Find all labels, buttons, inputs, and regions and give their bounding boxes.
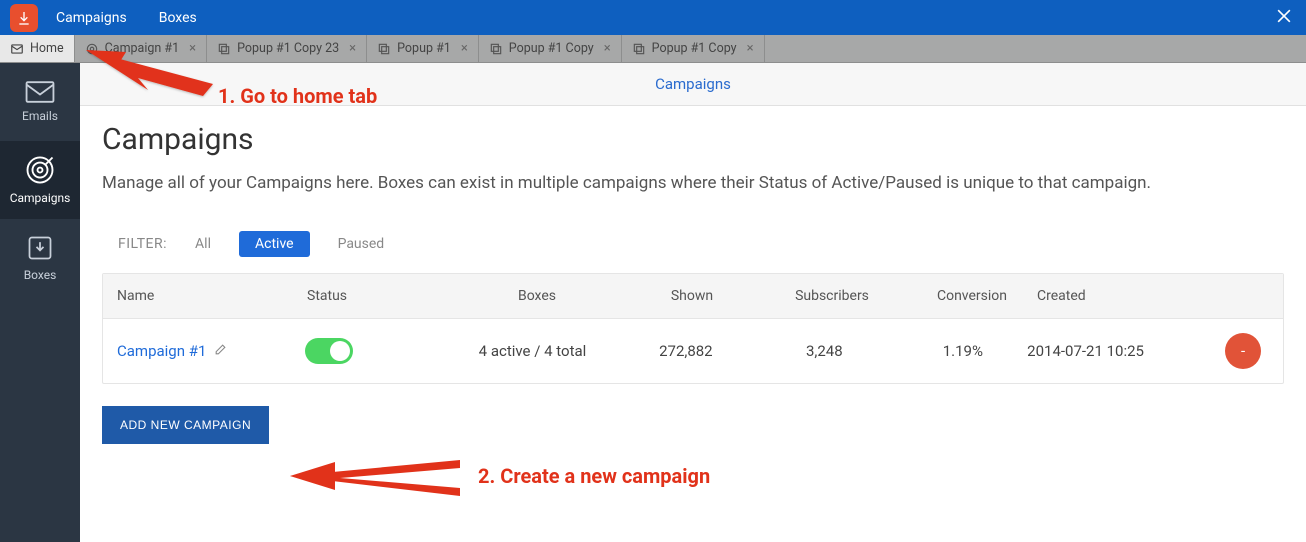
minus-icon: - [1241,342,1245,360]
table-header-shown: Shown [627,288,757,304]
table-header-subscribers: Subscribers [757,288,907,304]
envelope-icon [25,81,55,103]
filter-option-active[interactable]: Active [239,231,310,257]
cell-boxes: 4 active / 4 total [443,342,621,360]
tab-label: Home [30,41,64,56]
cell-shown: 272,882 [622,342,751,360]
sidebar-item-label: Emails [22,109,58,123]
section-header: Campaigns [80,63,1306,106]
tab-label: Popup #1 Copy [652,41,737,56]
table-row: Campaign #1 4 active / 4 total 272,882 3… [103,319,1283,383]
table-header-row: Name Status Boxes Shown Subscribers Conv… [103,274,1283,319]
popup-icon [377,42,391,56]
table-header-conversion: Conversion [907,288,1037,304]
sidebar-item-boxes[interactable]: Boxes [0,219,80,297]
app-logo[interactable] [10,4,38,32]
tab-close-button[interactable]: × [461,41,468,56]
sidebar: Emails Campaigns Boxes [0,63,80,542]
envelope-icon [10,42,24,56]
tab-close-button[interactable]: × [349,41,356,56]
table-header-created: Created [1037,288,1237,304]
edit-icon[interactable] [214,342,227,360]
row-delete-button[interactable]: - [1225,333,1261,369]
cell-conversion: 1.19% [899,342,1028,360]
table-header-name: Name [117,288,307,304]
page-title: Campaigns [102,122,1284,157]
table-header-boxes: Boxes [447,288,627,304]
target-icon [85,42,99,56]
filter-option-paused[interactable]: Paused [338,236,385,252]
main-content: Campaigns Manage all of your Campaigns h… [80,106,1306,542]
target-icon [25,155,55,185]
sidebar-item-campaigns[interactable]: Campaigns [0,141,80,219]
status-toggle[interactable] [305,338,353,364]
tab-popup-1-copy-23[interactable]: Popup #1 Copy 23 × [207,35,367,62]
filter-label: FILTER: [118,236,167,252]
tab-campaign-1[interactable]: Campaign #1 × [75,35,207,62]
tab-close-button[interactable]: × [747,41,754,56]
tab-popup-1[interactable]: Popup #1 × [367,35,479,62]
tab-label: Campaign #1 [105,41,180,56]
tab-home[interactable]: Home [0,35,75,62]
cell-created: 2014-07-21 10:25 [1027,342,1225,360]
filter-option-all[interactable]: All [195,236,211,252]
page-description: Manage all of your Campaigns here. Boxes… [102,171,1284,197]
table-header-status: Status [307,288,447,304]
campaigns-table: Name Status Boxes Shown Subscribers Conv… [102,273,1284,384]
section-header-title: Campaigns [655,75,731,93]
sidebar-item-label: Boxes [24,268,57,282]
tab-popup-1-copy-b[interactable]: Popup #1 Copy × [622,35,765,62]
window-close-button[interactable] [1274,6,1294,30]
tab-label: Popup #1 Copy [509,41,594,56]
cell-subscribers: 3,248 [750,342,898,360]
popup-icon [632,42,646,56]
popup-icon [489,42,503,56]
sidebar-item-emails[interactable]: Emails [0,63,80,141]
download-icon [16,10,32,26]
tab-close-button[interactable]: × [604,41,611,56]
tab-close-button[interactable]: × [189,41,196,56]
popup-icon [217,42,231,56]
sidebar-item-label: Campaigns [10,191,71,205]
filter-row: FILTER: All Active Paused [102,221,1284,267]
tab-label: Popup #1 Copy 23 [237,41,339,56]
tab-label: Popup #1 [397,41,451,56]
top-bar: Campaigns Boxes [0,0,1306,35]
topbar-link-campaigns[interactable]: Campaigns [56,10,127,26]
close-icon [1274,6,1294,26]
topbar-link-boxes[interactable]: Boxes [159,10,197,26]
tab-strip: Home Campaign #1 × Popup #1 Copy 23 × Po… [0,35,1306,63]
box-icon [26,234,54,262]
add-new-campaign-button[interactable]: ADD NEW CAMPAIGN [102,406,269,444]
campaign-name-link[interactable]: Campaign #1 [117,342,206,360]
tab-popup-1-copy-a[interactable]: Popup #1 Copy × [479,35,622,62]
